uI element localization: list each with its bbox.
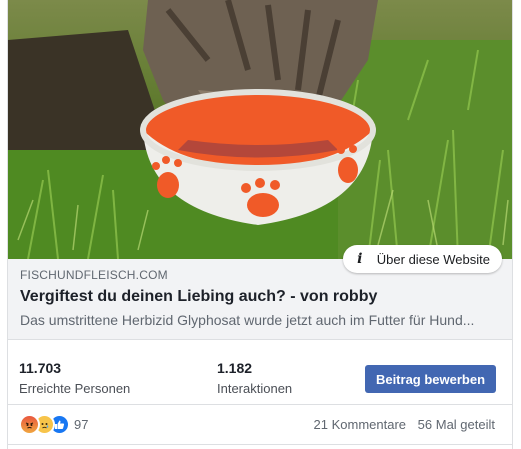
engagement-value: 1.182 xyxy=(217,360,253,376)
shares-count[interactable]: 56 Mal geteilt xyxy=(418,417,495,432)
reach-value: 11.703 xyxy=(19,360,62,376)
insights-bar: 11.703 Erreichte Personen 1.182 Interakt… xyxy=(8,352,512,396)
reaction-count: 97 xyxy=(74,416,89,432)
link-title[interactable]: Vergiftest du deinen Liebing auch? - von… xyxy=(20,288,500,306)
comments-count[interactable]: 21 Kommentare xyxy=(314,417,407,432)
link-description: Das umstrittene Herbizid Glyphosat wurde… xyxy=(20,312,475,328)
about-website-button[interactable]: i Über diese Website xyxy=(342,245,502,273)
post-meta: 21 Kommentare 56 Mal geteilt xyxy=(314,417,495,432)
info-icon: i xyxy=(357,251,363,267)
post-image[interactable] xyxy=(8,0,512,259)
angry-reaction-icon xyxy=(19,413,40,435)
cat-eating-photo xyxy=(8,0,512,259)
promote-post-button[interactable]: Beitrag bewerben xyxy=(365,365,496,393)
reactions-summary[interactable]: 97 xyxy=(19,413,89,435)
divider xyxy=(8,404,512,405)
reach-label: Erreichte Personen xyxy=(19,381,131,396)
engagement-label: Interaktionen xyxy=(217,381,293,396)
engagement-stat[interactable]: 1.182 Interaktionen xyxy=(217,360,292,396)
post-card: i Über diese Website FISCHUNDFLEISCH.COM… xyxy=(7,0,513,449)
reach-stat[interactable]: 11.703 Erreichte Personen xyxy=(19,360,130,396)
about-website-label: Über diese Website xyxy=(376,251,490,267)
divider xyxy=(8,444,512,445)
